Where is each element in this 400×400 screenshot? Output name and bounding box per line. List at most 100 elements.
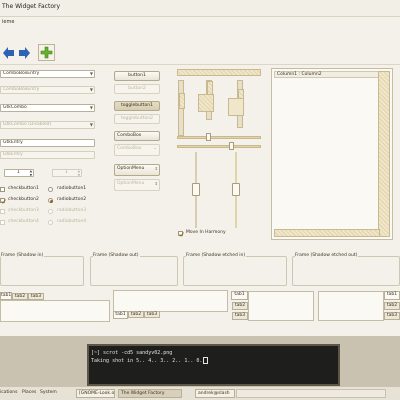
checkbutton3-box [0, 209, 5, 214]
harmony-checkbox[interactable] [178, 231, 184, 237]
button2: button2 [114, 84, 160, 94]
combobox-entry-disabled: ComboBoxEntry ▼ [0, 86, 95, 94]
terminal-window[interactable]: [~] scrot -cd5 sandyv02.png Taking shot … [87, 344, 340, 386]
spin-arrows-icon: ▲ ▼ [77, 169, 80, 177]
radio-dot-icon [50, 200, 53, 203]
back-button[interactable] [2, 46, 16, 60]
slider-knob-1[interactable] [206, 133, 211, 141]
spin-button[interactable]: 1 ▲ ▼ [4, 169, 34, 177]
checkbutton1-box[interactable] [0, 187, 5, 192]
applications-menu[interactable]: ications [0, 390, 17, 395]
frame-shadow-etched-in: Frame (Shadow etched in) [183, 253, 287, 286]
slider-knob-2[interactable] [229, 142, 234, 150]
gtk-combo-disabled: GtkCombo (Disabled) ▼ [0, 121, 95, 129]
vertical-slider-knob-2[interactable] [232, 183, 240, 196]
gtk-entry[interactable]: GtkEntry [0, 139, 95, 147]
radiobutton1[interactable] [48, 187, 53, 192]
button1[interactable]: button1 [114, 71, 160, 81]
places-menu[interactable]: Places [22, 390, 36, 395]
terminal-cursor-icon [203, 357, 209, 364]
forward-button[interactable] [17, 46, 31, 60]
frame-title: Frame (Shadow etched in) [186, 253, 247, 258]
tab-top-3[interactable]: tab3 [28, 293, 44, 300]
frame-title: Frame (Shadow in) [1, 253, 45, 258]
frame-shadow-in: Frame (Shadow in) [0, 253, 84, 286]
terminal-line-2: Taking shot in 5.. 4.. 3.. 2.. 1.. 0. [91, 357, 209, 364]
spin-button-disabled: 1 ▲ ▼ [52, 169, 82, 177]
taskbar-window-gnome-look[interactable]: [GNOME-Look.org - S... [76, 389, 115, 398]
notebook-right-panel [318, 291, 384, 321]
tree-horizontal-scrollbar[interactable] [274, 229, 380, 237]
frame-shadow-etched-out: Frame (Shadow etched out) [292, 253, 400, 286]
vertical-slider-knob-1[interactable] [192, 183, 200, 196]
option-menu[interactable]: OptionMenu ⇕ [114, 164, 160, 176]
checkmark-icon [179, 232, 184, 237]
radiobutton4-label: radiobutton4 [57, 219, 87, 224]
plus-icon [40, 46, 53, 59]
chevron-down-icon: ▼ [89, 71, 93, 76]
tab-left-1[interactable]: tab1 [231, 291, 248, 300]
checkbutton4-label: checkbutton4 [8, 219, 39, 224]
tab-left-2[interactable]: tab2 [232, 302, 248, 310]
radiobutton4 [48, 220, 53, 225]
taskbar-window-widget-factory[interactable]: The Widget Factory [118, 389, 182, 398]
radiobutton3 [48, 209, 53, 214]
chevron-down-icon: ▼ [89, 105, 93, 110]
checkbutton2-label: checkbutton2 [8, 197, 39, 202]
menu-item-theme[interactable]: ieme [2, 19, 14, 25]
togglebutton2: togglebutton2 [114, 114, 160, 124]
combobox-disabled: ComboBox ⌄ [114, 144, 160, 156]
frame-title: Frame (Shadow etched out) [295, 253, 359, 258]
tab-top-2[interactable]: tab2 [12, 293, 28, 300]
chevron-down-icon: ▼ [89, 87, 93, 92]
tab-right-3[interactable]: tab3 [384, 312, 400, 320]
frame-title: Frame (Shadow out) [93, 253, 140, 258]
radiobutton2-label: radiobutton2 [57, 197, 87, 202]
spin-arrows-icon: ▲ ▼ [29, 169, 32, 177]
horizontal-scale-1[interactable] [177, 136, 261, 139]
horizontal-scale-2[interactable] [177, 145, 261, 148]
gtk-entry-disabled: GtkEntry [0, 151, 95, 159]
gtk-combo[interactable]: GtkCombo ▼ [0, 104, 95, 112]
tree-view[interactable]: Column1 : Column2 [271, 68, 393, 240]
terminal-line-1: [~] scrot -cd5 sandyv02.png [91, 350, 173, 356]
tree-vertical-scrollbar[interactable] [378, 71, 390, 237]
tree-column-header[interactable]: Column1 : Column2 [274, 71, 380, 78]
vertical-scale-1[interactable] [178, 80, 185, 136]
tab-right-1[interactable]: tab1 [384, 291, 400, 300]
tab-bottom-1[interactable]: tab1 [113, 311, 128, 319]
frame-shadow-out: Frame (Shadow out) [90, 253, 178, 286]
togglebutton1[interactable]: togglebutton1 [114, 101, 160, 111]
combobox[interactable]: ComboBox [114, 131, 160, 141]
scale-handle-2[interactable] [228, 98, 244, 116]
tab-bottom-2[interactable]: tab2 [128, 311, 144, 318]
tab-top-1[interactable]: tab1 [0, 292, 12, 300]
radiobutton3-label: radiobutton3 [57, 208, 87, 213]
tab-bottom-3[interactable]: tab3 [144, 311, 160, 318]
notebook-bottom-panel [113, 290, 228, 312]
horizontal-scrollbar[interactable] [177, 69, 261, 76]
arrow-left-icon [3, 47, 14, 59]
menu-bar: ieme [0, 18, 400, 28]
combobox-entry[interactable]: ComboBoxEntry ▼ [0, 70, 95, 78]
checkbutton1-label: checkbutton1 [8, 186, 39, 191]
taskbar-window-terminal[interactable]: andrek@slash [195, 389, 235, 398]
add-button[interactable] [38, 44, 55, 61]
chevron-down-icon: ▼ [89, 122, 93, 127]
system-menu[interactable]: System [40, 390, 57, 395]
harmony-label: Move In Harmony [186, 230, 226, 235]
window-title: The Widget Factory [2, 3, 61, 10]
scale-handle[interactable] [198, 94, 214, 112]
arrow-right-icon [19, 47, 30, 59]
radiobutton1-label: radiobutton1 [57, 186, 87, 191]
checkmark-icon [1, 199, 6, 204]
notebook-top-panel [0, 300, 110, 322]
title-bar: The Widget Factory [0, 0, 400, 17]
tab-right-2[interactable]: tab2 [384, 302, 400, 310]
notebook-left-panel [248, 291, 314, 321]
updown-icon: ⇕ [154, 181, 158, 186]
chevron-down-icon: ⌄ [153, 146, 157, 151]
tab-left-3[interactable]: tab3 [232, 312, 248, 320]
checkbutton2-box[interactable] [0, 198, 6, 204]
radiobutton2[interactable] [48, 198, 53, 203]
